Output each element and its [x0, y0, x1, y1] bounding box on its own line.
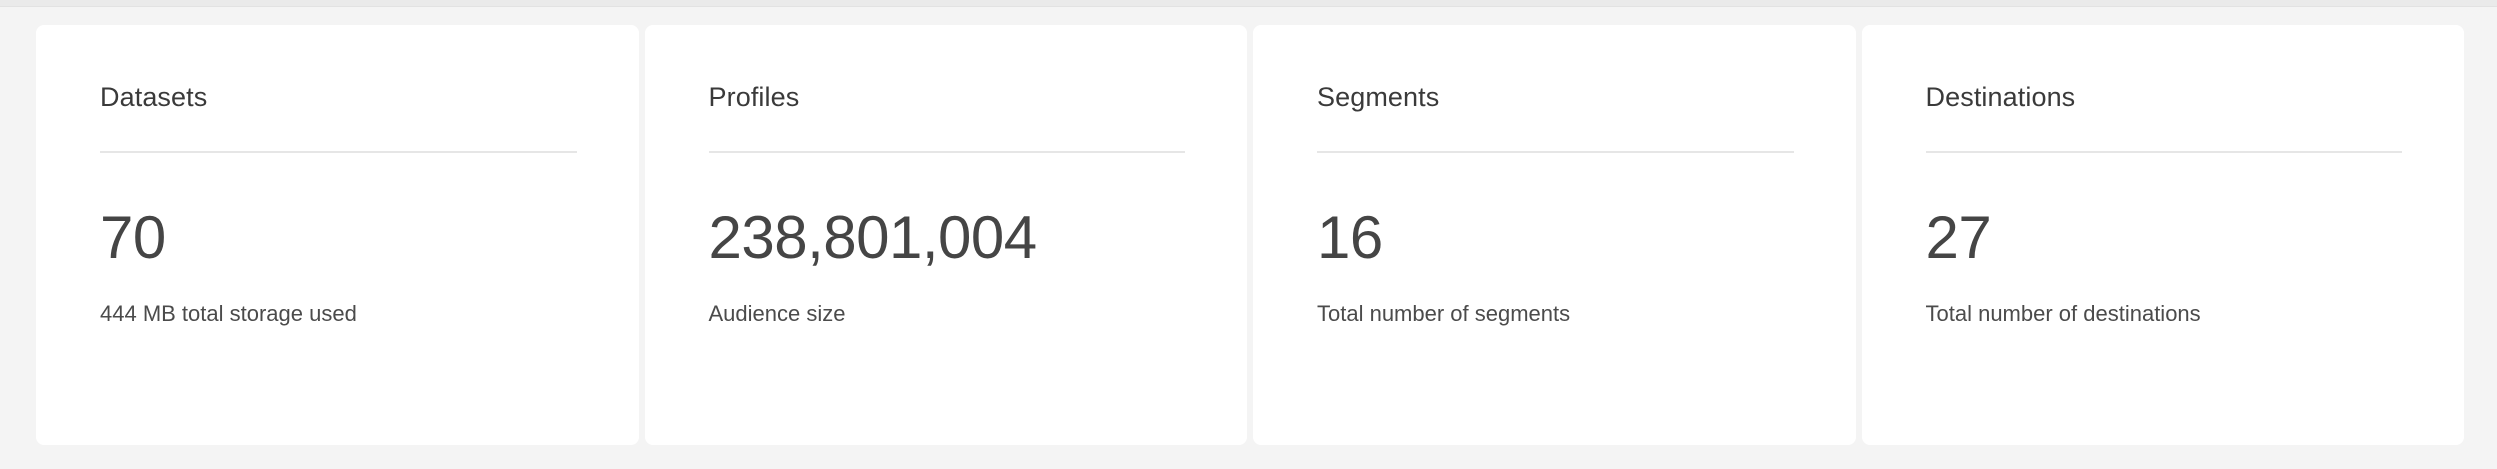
summary-cards-row: Datasets 70 444 MB total storage used Pr… [36, 25, 2464, 445]
card-divider [1925, 151, 2402, 153]
card-value: 27 [1925, 204, 1992, 271]
card-value: 238,801,004 [708, 204, 1038, 271]
top-divider [0, 0, 2497, 7]
profiles-card[interactable]: Profiles 238,801,004 Audience size [644, 25, 1247, 445]
destinations-card[interactable]: Destinations 27 Total number of destinat… [1861, 25, 2464, 445]
card-title: Destinations [1925, 82, 2076, 112]
card-divider [708, 151, 1185, 153]
card-caption: Total number of destinations [1925, 301, 2201, 326]
card-caption: Total number of segments [1317, 301, 1571, 326]
card-caption: 444 MB total storage used [100, 301, 357, 326]
card-title: Datasets [100, 82, 208, 112]
card-value: 70 [100, 204, 166, 271]
card-caption: Audience size [708, 301, 846, 326]
segments-card[interactable]: Segments 16 Total number of segments [1253, 25, 1856, 445]
card-title: Segments [1317, 82, 1440, 112]
card-divider [1317, 151, 1794, 153]
card-divider [100, 151, 577, 153]
card-title: Profiles [708, 82, 800, 112]
datasets-card[interactable]: Datasets 70 444 MB total storage used [36, 25, 639, 445]
card-value: 16 [1317, 204, 1383, 271]
